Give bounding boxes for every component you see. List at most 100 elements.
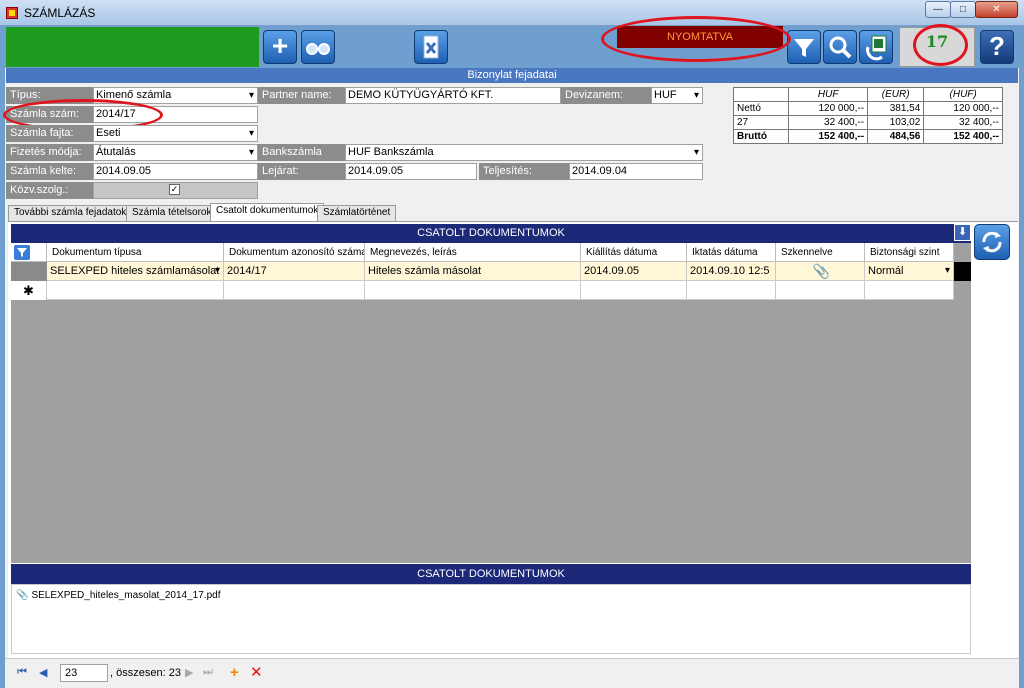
grid-title: CSATOLT DOKUMENTUMOK (11, 224, 971, 243)
new-row-cell[interactable] (776, 281, 865, 300)
totals-row: Bruttó 152 400,-- 484,56 152 400,-- (732, 129, 1003, 144)
first-record-icon[interactable]: ⏮ (17, 666, 27, 679)
totals-cell: 484,56 (867, 129, 925, 144)
record-position-input[interactable]: 23 (60, 664, 108, 682)
filter-button[interactable] (787, 30, 821, 64)
totals-cell: 381,54 (867, 101, 925, 116)
counter-value: 17 (925, 32, 949, 51)
totals-row: Nettó 120 000,-- 381,54 120 000,-- (732, 101, 1003, 116)
partner-label: Partner name: (258, 87, 345, 104)
grid-filter-icon[interactable] (14, 245, 30, 260)
maximize-button[interactable]: □ (950, 1, 976, 18)
record-counter: 17 (899, 27, 975, 67)
add-button[interactable]: + (263, 30, 297, 64)
payment-method-select[interactable]: Átutalás (93, 144, 258, 161)
totals-header-row: HUF (EUR) (HUF) (732, 87, 1003, 102)
attachment-item[interactable]: 📎 SELEXPED_hiteles_masolat_2014_17.pdf (16, 590, 220, 601)
due-date-field[interactable]: 2014.09.05 (345, 163, 477, 180)
grid-cell-scanned[interactable]: 📎 (776, 262, 865, 281)
section-header: Bizonylat fejadatai (6, 68, 1018, 83)
row-end-marker (954, 262, 971, 281)
totals-cell: Nettó (732, 101, 790, 116)
plus-icon: + (271, 30, 289, 61)
storno-button[interactable] (414, 30, 448, 64)
paperclip-icon: 📎 (16, 590, 29, 601)
tab-further-header[interactable]: További számla fejadatok (8, 205, 133, 221)
toolbar: + NYOMTATVA 17 ? (5, 16, 1019, 68)
utility-checkbox[interactable]: ✓ (169, 184, 180, 195)
grid-cell-security-level[interactable]: Normál (865, 262, 954, 281)
grid-cell-filing-date[interactable]: 2014.09.10 12:5 (687, 262, 776, 281)
excel-export-button[interactable] (859, 30, 893, 64)
glasses-icon (306, 43, 330, 55)
next-record-icon[interactable]: ▶ (185, 666, 193, 679)
column-header[interactable]: Iktatás dátuma (687, 243, 776, 262)
column-header[interactable]: Megnevezés, leírás (365, 243, 581, 262)
column-header[interactable]: Szkennelve (776, 243, 865, 262)
funnel-icon (794, 39, 814, 57)
last-record-icon[interactable]: ⏭ (203, 666, 213, 679)
partner-field[interactable]: DEMO KÜTYÜGYÁRTÓ KFT. (345, 87, 561, 104)
invoice-number-field[interactable]: 2014/17 (93, 106, 258, 123)
preview-button[interactable] (301, 30, 335, 64)
new-row-cell[interactable] (224, 281, 365, 300)
totals-header (732, 87, 790, 102)
grid-cell-issue-date[interactable]: 2014.09.05 (581, 262, 687, 281)
cancel-document-icon (423, 35, 439, 59)
new-row-cell[interactable] (47, 281, 224, 300)
client-area: + NYOMTATVA 17 ? Bizonylat fejadatai Típ… (3, 16, 1019, 688)
totals-header: HUF (788, 87, 869, 102)
grid-cell-description[interactable]: Hiteles számla másolat (365, 262, 581, 281)
invoice-number-label: Számla szám: (6, 106, 93, 123)
grid-cell-doc-type[interactable]: SELEXPED hiteles számlamásolat (47, 262, 224, 281)
type-label: Típus: (6, 87, 93, 104)
totals-cell: 103,02 (867, 115, 925, 130)
new-row-cell[interactable] (865, 281, 954, 300)
close-button[interactable]: ✕ (975, 1, 1018, 18)
type-select[interactable]: Kimenő számla (93, 87, 258, 104)
help-button[interactable]: ? (980, 30, 1014, 64)
record-navigator: ⏮ ◀ 23 , összesen: 23 ▶ ⏭ + ✕ (5, 658, 1019, 688)
column-header[interactable]: Dokumentum azonosító száma (224, 243, 365, 262)
minimize-button[interactable]: — (925, 1, 951, 18)
totals-cell: 120 000,-- (923, 101, 1003, 116)
tab-invoice-history[interactable]: Számlatörténet (317, 205, 397, 221)
new-row-marker: ✱ (11, 281, 47, 300)
totals-cell: 152 400,-- (788, 129, 869, 144)
search-button[interactable] (823, 30, 857, 64)
collapse-down-icon[interactable]: ⬇ (954, 224, 971, 241)
totals-header: (HUF) (923, 87, 1003, 102)
title-bar[interactable]: SZÁMLÁZÁS — □ ✕ (0, 0, 1024, 26)
utility-label: Közv.szolg.: (6, 182, 93, 199)
currency-select[interactable]: HUF (651, 87, 703, 104)
partner-details-area (258, 104, 703, 142)
paperclip-icon[interactable]: 📎 (813, 263, 830, 279)
performance-date-field[interactable]: 2014.09.04 (569, 163, 703, 180)
column-header[interactable]: Biztonsági szint (865, 243, 954, 262)
issue-date-label: Számla kelte: (6, 163, 93, 180)
magnifier-icon (829, 36, 852, 59)
bank-account-select[interactable]: HUF Bankszámla (345, 144, 703, 161)
column-header[interactable]: Dokumentum típusa (47, 243, 224, 262)
excel-icon (866, 35, 887, 61)
issue-date-field[interactable]: 2014.09.05 (93, 163, 258, 180)
previous-record-icon[interactable]: ◀ (39, 666, 47, 679)
tab-attached-documents[interactable]: Csatolt dokumentumok (210, 203, 325, 221)
status-indicator (6, 27, 259, 67)
delete-record-icon[interactable]: ✕ (250, 663, 263, 681)
totals-cell: 27 (732, 115, 790, 130)
totals-cell: 152 400,-- (923, 129, 1003, 144)
new-row-cell[interactable] (581, 281, 687, 300)
refresh-button[interactable] (974, 224, 1010, 260)
bank-account-label: Bankszámla (258, 144, 345, 161)
grid-cell-doc-id[interactable]: 2014/17 (224, 262, 365, 281)
column-header[interactable]: Kiállítás dátuma (581, 243, 687, 262)
totals-cell: 120 000,-- (788, 101, 869, 116)
invoice-kind-select[interactable]: Eseti (93, 125, 258, 142)
new-row-cell[interactable] (687, 281, 776, 300)
row-selector[interactable] (11, 262, 47, 281)
new-row-cell[interactable] (365, 281, 581, 300)
tab-invoice-lines[interactable]: Számla tételsorok (126, 205, 218, 221)
add-record-icon[interactable]: + (230, 664, 239, 681)
attachments-list: 📎 SELEXPED_hiteles_masolat_2014_17.pdf (11, 584, 971, 654)
